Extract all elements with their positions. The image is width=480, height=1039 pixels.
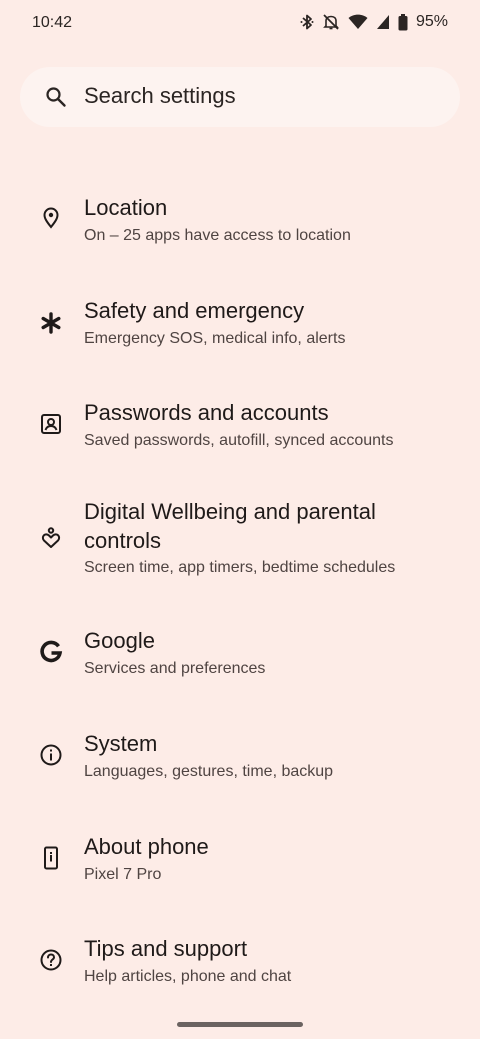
- wifi-icon: [348, 14, 368, 30]
- account-box-icon: [39, 412, 63, 436]
- phone-icon: [39, 846, 63, 870]
- mute-icon: [322, 13, 340, 31]
- settings-item-title: Safety and emergency: [84, 298, 305, 323]
- signal-icon: [376, 14, 390, 30]
- asterisk-icon: [39, 311, 63, 335]
- settings-item-location[interactable]: Location On – 25 apps have access to loc…: [0, 193, 480, 253]
- settings-item-tips-support[interactable]: Tips and support Help articles, phone an…: [0, 934, 480, 994]
- settings-item-about-phone[interactable]: About phone Pixel 7 Pro: [0, 832, 480, 892]
- settings-item-title: Passwords and accounts: [84, 400, 329, 425]
- settings-item-passwords[interactable]: Passwords and accounts Saved passwords, …: [0, 398, 480, 458]
- settings-item-title: Tips and support: [84, 936, 248, 961]
- settings-item-title: System: [84, 731, 158, 756]
- location-pin-icon: [39, 206, 63, 230]
- search-bar[interactable]: Search settings: [20, 67, 460, 127]
- settings-item-safety[interactable]: Safety and emergency Emergency SOS, medi…: [0, 296, 480, 356]
- google-g-icon: [39, 640, 63, 664]
- settings-item-title: Location: [84, 195, 168, 220]
- settings-item-google[interactable]: Google Services and preferences: [0, 626, 480, 686]
- help-icon: [39, 948, 63, 972]
- settings-item-subtitle: Screen time, app timers, bedtime schedul…: [84, 559, 396, 576]
- settings-item-subtitle: Services and preferences: [84, 660, 266, 677]
- info-icon: [39, 743, 63, 767]
- bluetooth-icon: [300, 13, 314, 31]
- settings-item-subtitle: Pixel 7 Pro: [84, 866, 162, 883]
- wellbeing-icon: [39, 526, 63, 550]
- settings-item-subtitle: Emergency SOS, medical info, alerts: [84, 330, 346, 347]
- settings-item-title: Google: [84, 628, 155, 653]
- battery-percent: 95%: [415, 13, 448, 30]
- settings-item-subtitle: Help articles, phone and chat: [84, 968, 292, 985]
- settings-item-subtitle: Saved passwords, autofill, synced accoun…: [84, 432, 394, 449]
- settings-item-subtitle: On – 25 apps have access to location: [84, 227, 351, 244]
- settings-item-subtitle: Languages, gestures, time, backup: [84, 763, 334, 780]
- status-icons: 95%: [300, 13, 448, 31]
- settings-item-system[interactable]: System Languages, gestures, time, backup: [0, 729, 480, 789]
- settings-item-title: About phone: [84, 834, 209, 859]
- status-time: 10:42: [32, 14, 73, 31]
- battery-icon: [398, 13, 408, 31]
- settings-item-digital-wellbeing[interactable]: Digital Wellbeing and parental controls …: [0, 497, 480, 587]
- gesture-nav-handle[interactable]: [177, 1022, 303, 1027]
- search-placeholder: Search settings: [84, 83, 236, 108]
- settings-item-title: Digital Wellbeing and parental controls: [84, 499, 376, 553]
- status-bar: 10:42 95%: [0, 0, 480, 46]
- search-icon: [44, 85, 68, 109]
